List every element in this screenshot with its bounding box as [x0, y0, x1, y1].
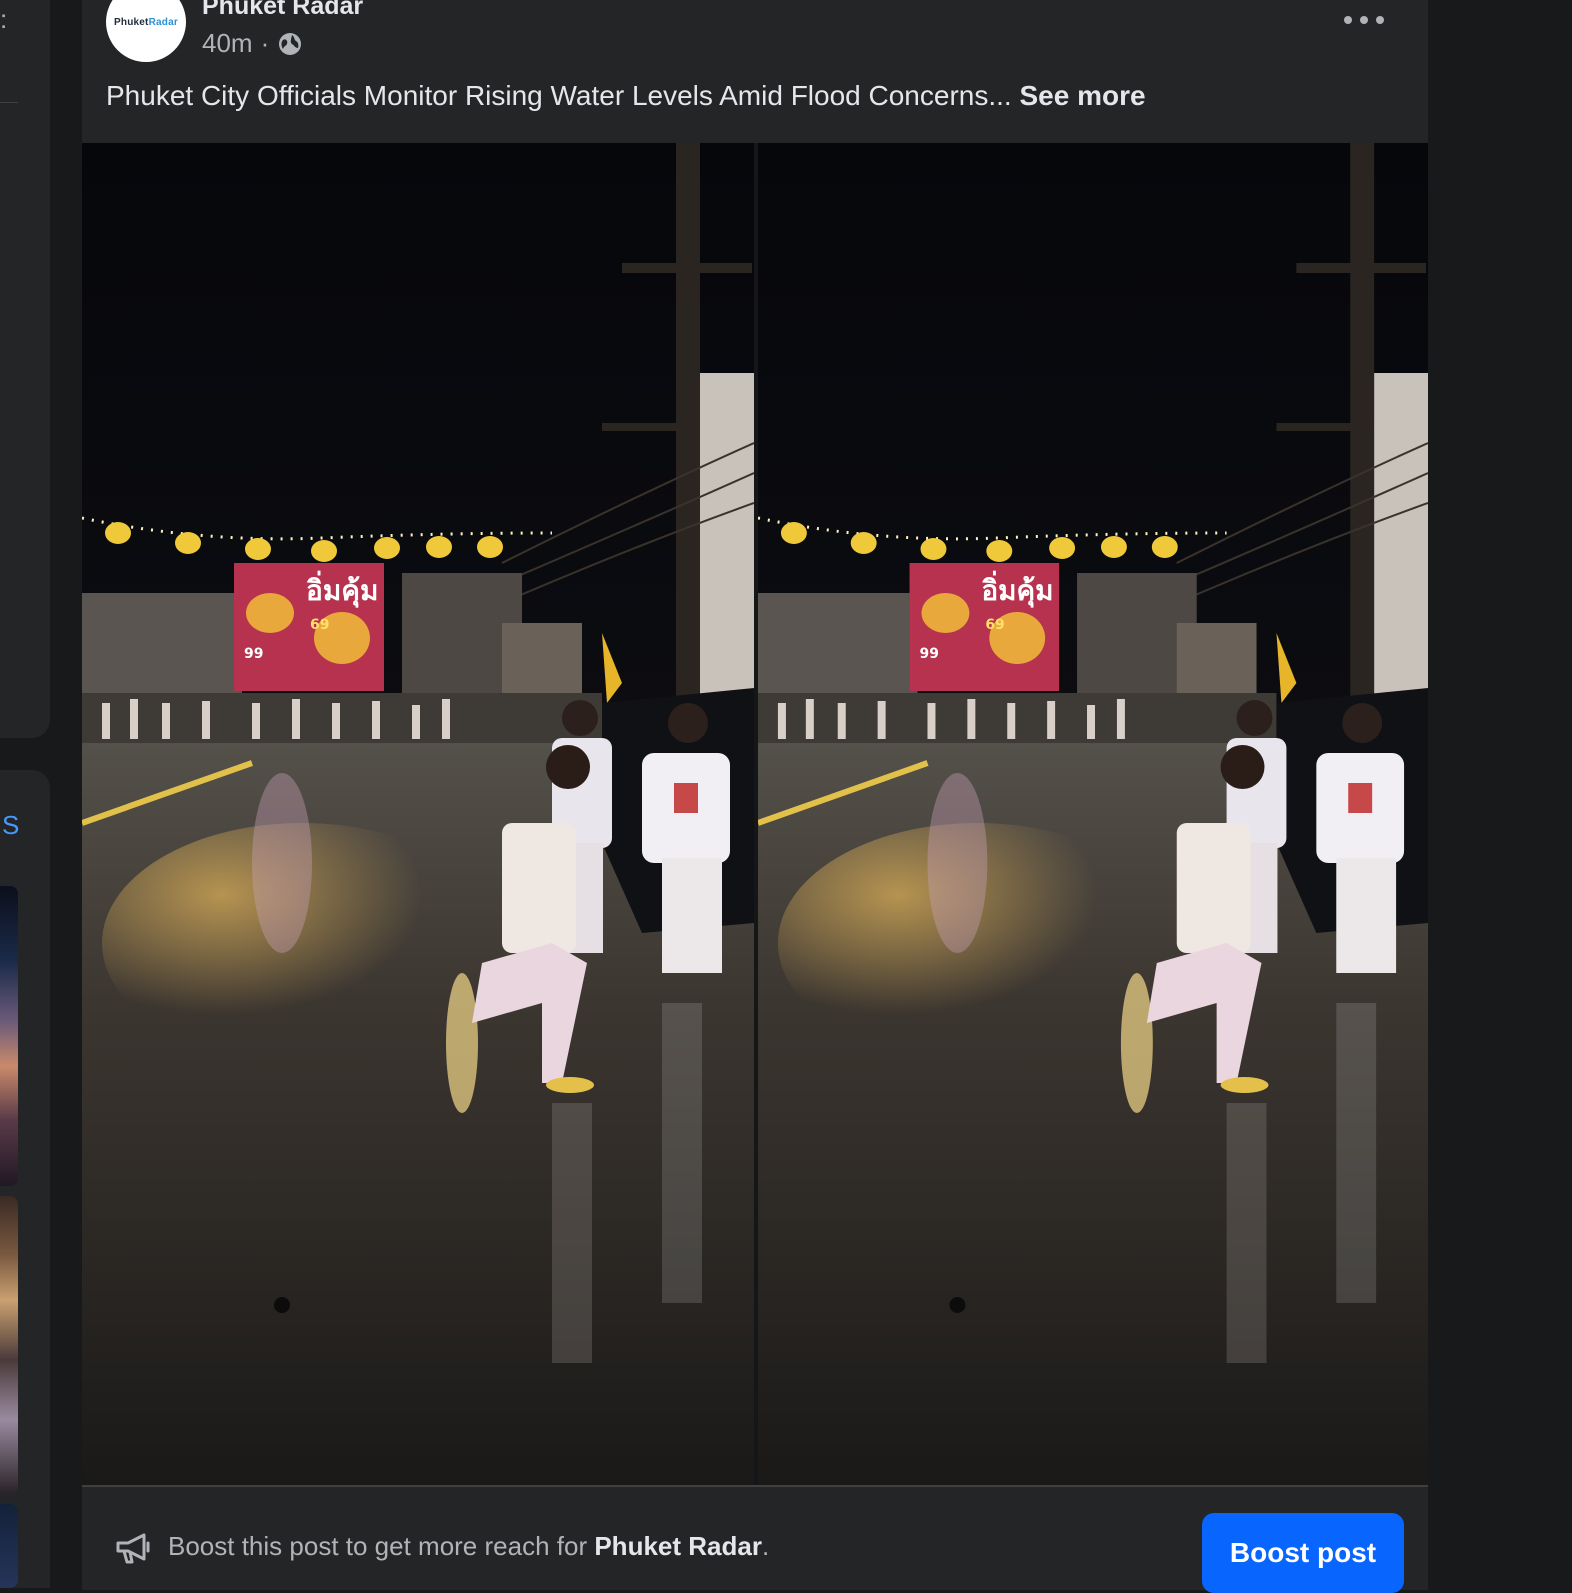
- post-caption: Phuket City Officials Monitor Rising Wat…: [106, 80, 1146, 112]
- more-options-icon[interactable]: [1344, 12, 1384, 28]
- feed-post: PhuketRadar Phuket Radar 40m · Phuket Ci…: [82, 0, 1428, 1593]
- boost-post-button[interactable]: Boost post: [1202, 1513, 1404, 1593]
- boost-page-name: Phuket Radar: [594, 1531, 762, 1561]
- media-photo-right[interactable]: อิ่มคุ้ม 69 99: [758, 143, 1428, 1485]
- see-more-link[interactable]: See more: [1019, 80, 1145, 111]
- billboard-text: อิ่มคุ้ม: [306, 570, 379, 608]
- page-name-link[interactable]: Phuket Radar: [202, 0, 363, 21]
- billboard-price: 99: [244, 646, 263, 662]
- post-timestamp[interactable]: 40m: [202, 28, 253, 59]
- post-media[interactable]: อิ่มคุ้ม 69 99 อิ่มคุ้ม 69 99: [82, 143, 1428, 1485]
- page-logo: PhuketRadar: [114, 16, 178, 28]
- sidebar-link-fragment[interactable]: S: [2, 810, 19, 841]
- story-thumbnail[interactable]: [0, 886, 18, 1186]
- boost-text-prefix: Boost this post to get more reach for: [168, 1531, 588, 1561]
- billboard-price: 69: [310, 617, 329, 633]
- billboard-price: 99: [920, 646, 939, 662]
- boost-bar: Boost this post to get more reach for Ph…: [82, 1485, 1428, 1593]
- boost-text-suffix: .: [761, 1531, 770, 1561]
- post-meta: 40m ·: [202, 28, 303, 59]
- story-thumbnail[interactable]: [0, 1504, 18, 1588]
- billboard-price: 69: [985, 617, 1004, 633]
- caption-text: Phuket City Officials Monitor Rising Wat…: [106, 80, 1012, 111]
- meta-separator: ·: [260, 28, 270, 58]
- avatar[interactable]: PhuketRadar: [106, 0, 186, 62]
- megaphone-icon: [114, 1531, 154, 1565]
- sidebar-text-fragment: :: [0, 4, 8, 34]
- billboard-text: อิ่มคุ้ม: [981, 570, 1053, 608]
- boost-message: Boost this post to get more reach for Ph…: [168, 1531, 769, 1562]
- left-sidebar-card: :: [0, 0, 50, 738]
- globe-icon[interactable]: [277, 31, 303, 57]
- story-thumbnail[interactable]: [0, 1196, 18, 1494]
- media-photo-left[interactable]: อิ่มคุ้ม 69 99: [82, 143, 754, 1485]
- sidebar-divider: [0, 102, 18, 103]
